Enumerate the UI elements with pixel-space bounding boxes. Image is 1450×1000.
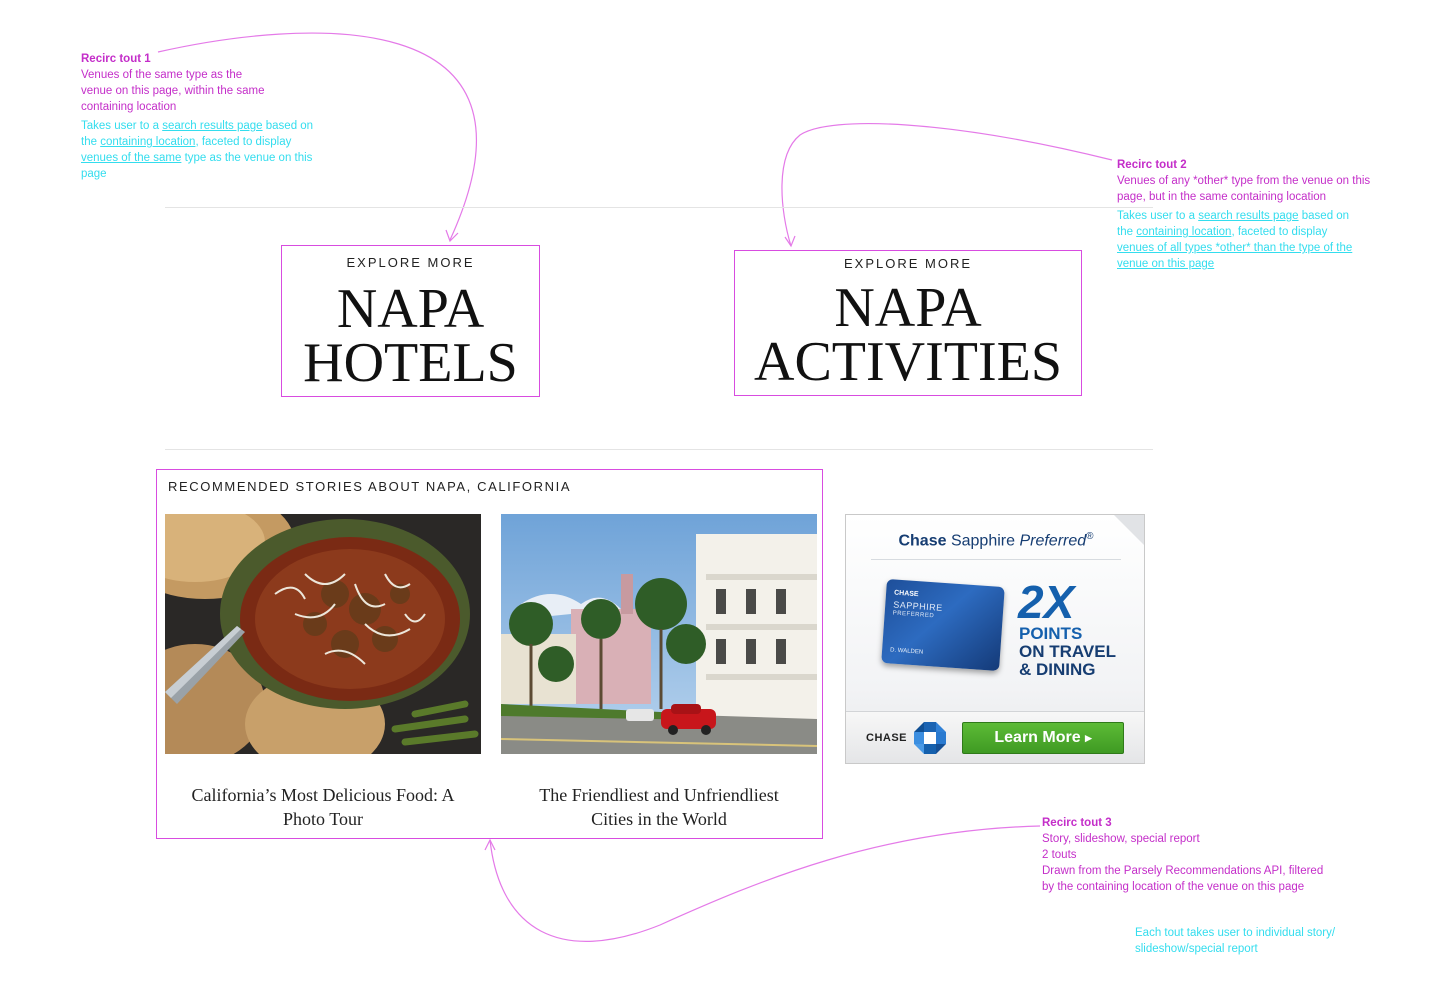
explore-title-line1: NAPA: [336, 278, 485, 340]
annotation-title: Recirc tout 3: [1042, 817, 1112, 829]
explore-eyebrow: EXPLORE MORE: [346, 255, 475, 270]
annotation-line: Venues of the same type as the: [81, 69, 243, 81]
ad-footer: CHASE Learn More ▸: [846, 711, 1144, 763]
learn-more-button[interactable]: Learn More ▸: [962, 722, 1124, 754]
text: Takes user to a: [1117, 210, 1199, 222]
ad-2x: 2X: [1018, 576, 1075, 628]
arrow-tout2-head: [784, 235, 796, 248]
ad-line1: POINTS: [1019, 624, 1083, 643]
divider-top: [165, 207, 1153, 208]
story-image-city[interactable]: [501, 514, 817, 754]
recommended-stories: RECOMMENDED STORIES ABOUT NAPA, CALIFORN…: [156, 469, 823, 839]
annotation-detail: Takes user to a search results page base…: [81, 118, 321, 182]
annotation-tout1: Recirc tout 1 Venues of the same type as…: [81, 51, 321, 182]
annotation-line: venue on this page, within the same: [81, 85, 265, 97]
annotation-link: search results page: [1198, 210, 1299, 222]
annotation-link: search results page: [162, 120, 263, 132]
annotation-link: containing location: [100, 136, 196, 148]
ad-reg: ®: [1086, 531, 1094, 542]
text: Takes user to a: [81, 120, 163, 132]
card-chase-text: CHASE: [893, 589, 919, 599]
annotation-detail: Takes user to a search results page base…: [1117, 208, 1367, 272]
annotation-title: Recirc tout 1: [81, 53, 151, 65]
ad-product: Sapphire: [950, 532, 1015, 550]
chase-logo-text: CHASE: [866, 732, 908, 744]
arrow-tout1-head: [445, 229, 459, 243]
explore-title-line2: ACTIVITIES: [754, 331, 1062, 393]
explore-title-line1: NAPA: [834, 277, 982, 339]
annotation-tout2: Recirc tout 2 Venues of any *other* type…: [1117, 157, 1387, 272]
explore-eyebrow: EXPLORE MORE: [843, 256, 973, 271]
annotation-tout3-detail: Each tout takes user to individual story…: [1135, 927, 1336, 955]
annotation-line: containing location: [81, 101, 177, 113]
annotation-line: Drawn from the Parsely Recommendations A…: [1042, 865, 1324, 877]
annotation-line: page, but in the same containing locatio…: [1117, 191, 1327, 203]
recommended-heading: RECOMMENDED STORIES ABOUT NAPA, CALIFORN…: [168, 479, 572, 494]
annotation-link: containing location: [1136, 226, 1232, 238]
learn-more-label: Learn More: [994, 729, 1081, 746]
ad-headline: Chase Sapphire Preferred®: [846, 531, 1144, 550]
ad-rule: [871, 559, 1121, 560]
chase-ad[interactable]: Chase Sapphire Preferred® CHASE SAPPHIRE…: [845, 514, 1145, 764]
annotation-line: 2 touts: [1042, 849, 1077, 861]
annotation-line: Story, slideshow, special report: [1042, 833, 1200, 845]
explore-tout-hotels[interactable]: EXPLORE MORE NAPA HOTELS: [281, 245, 540, 397]
explore-tout-activities[interactable]: EXPLORE MORE NAPA ACTIVITIES: [734, 250, 1082, 396]
story-caption[interactable]: California’s Most Delicious Food: A Phot…: [165, 783, 481, 831]
explore-title-line2: HOTELS: [303, 332, 518, 394]
text: , faceted to display: [195, 136, 292, 148]
city-photo: [501, 514, 817, 754]
sapphire-card: CHASE SAPPHIRE PREFERRED D. WALDEN: [881, 578, 1005, 672]
chase-octagon-icon: [914, 722, 946, 754]
ad-line3: & DINING: [1019, 660, 1096, 679]
story-caption[interactable]: The Friendliest and Unfriendliest Cities…: [501, 783, 817, 831]
annotation-line: Venues of any *other* type from the venu…: [1117, 175, 1371, 187]
divider-middle: [165, 449, 1153, 450]
arrow-tout2: [781, 122, 1113, 247]
annotation-link: venues of the same: [81, 152, 182, 164]
food-photo: [165, 514, 481, 754]
annotation-tout3: Recirc tout 3 Story, slideshow, special …: [1042, 815, 1362, 895]
ad-brand: Chase: [898, 532, 947, 550]
text: , faceted to display: [1231, 226, 1328, 238]
card-name: D. WALDEN: [889, 647, 924, 656]
arrow-tout3: [489, 825, 1041, 942]
arrow-tout3-head: [484, 838, 496, 851]
story-image-food[interactable]: [165, 514, 481, 754]
annotation-title: Recirc tout 2: [1117, 159, 1187, 171]
annotation-link: venues of all types *other* than the typ…: [1117, 242, 1353, 270]
ad-line2: ON TRAVEL: [1019, 642, 1116, 661]
play-arrow-icon: ▸: [1085, 730, 1092, 745]
annotation-line: by the containing location of the venue …: [1042, 881, 1305, 893]
ad-product-italic: Preferred: [1019, 532, 1087, 550]
